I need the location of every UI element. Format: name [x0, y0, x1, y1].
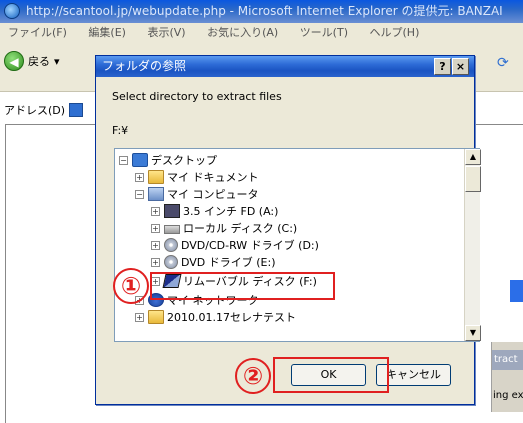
menu-help[interactable]: ヘルプ(H) [370, 26, 420, 39]
expand-icon[interactable]: + [135, 172, 144, 182]
menu-favorites[interactable]: お気に入り(A) [207, 26, 278, 39]
back-dropdown-icon[interactable]: ▾ [54, 55, 60, 68]
close-button[interactable]: × [452, 58, 469, 75]
browser-title-bar: http://scantool.jp/webupdate.php - Micro… [0, 0, 523, 23]
tree-item-label: DVD ドライブ (E:) [181, 256, 276, 269]
tree-item-label: マイ ドキュメント [167, 171, 259, 184]
tree-item-dvd[interactable]: + DVD ドライブ (E:) [151, 254, 276, 270]
scroll-up-icon[interactable]: ▲ [465, 149, 481, 165]
content-left-edge [0, 124, 6, 423]
refresh-icon[interactable]: ⟳ [497, 55, 523, 75]
background-extract-window: tract ing ex [491, 342, 523, 412]
address-label: アドレス(D) [4, 104, 66, 117]
tree-item-label: デスクトップ [151, 154, 217, 167]
expand-icon[interactable]: + [135, 312, 144, 322]
tree-scrollbar[interactable]: ▲ ▼ [464, 149, 481, 341]
dialog-title-bar[interactable]: フォルダの参照 [96, 56, 474, 77]
collapse-icon[interactable]: − [119, 155, 128, 165]
floppy-icon [164, 204, 180, 218]
desktop-icon [132, 153, 148, 167]
tree-item-label: マイ コンピュータ [167, 188, 259, 201]
menu-tools[interactable]: ツール(T) [300, 26, 348, 39]
dvd-drive-icon [164, 255, 178, 269]
menu-file[interactable]: ファイル(F) [8, 26, 67, 39]
folder-icon [148, 170, 164, 184]
folder-icon [148, 310, 164, 324]
tree-item-dvd-rw[interactable]: + DVD/CD-RW ドライブ (D:) [151, 237, 319, 253]
step-1-marker: ① [113, 268, 149, 304]
tree-item-floppy[interactable]: + 3.5 インチ FD (A:) [151, 203, 278, 219]
menu-view[interactable]: 表示(V) [147, 26, 185, 39]
ie-logo-icon [4, 3, 20, 19]
back-arrow-icon: ◀ [4, 51, 24, 71]
browser-title: http://scantool.jp/webupdate.php - Micro… [26, 4, 503, 18]
computer-icon [148, 187, 164, 201]
tree-item-my-documents[interactable]: + マイ ドキュメント [135, 169, 259, 185]
background-window-text: ing ex [493, 390, 523, 401]
back-label: 戻る [28, 55, 50, 68]
expand-icon[interactable]: + [151, 206, 160, 216]
dvd-drive-icon [164, 238, 178, 252]
tree-item-desktop[interactable]: − デスクトップ [119, 152, 217, 168]
dialog-instruction: Select directory to extract files [112, 90, 282, 103]
tree-item-my-computer[interactable]: − マイ コンピュータ [135, 186, 259, 202]
hard-disk-icon [164, 225, 180, 234]
folder-tree[interactable]: − デスクトップ + マイ ドキュメント − マイ コンピュータ + 3.5 イ… [114, 148, 481, 342]
highlight-removable-disk [150, 272, 335, 300]
help-button[interactable]: ? [434, 58, 451, 75]
back-button[interactable]: ◀ 戻る ▾ [4, 48, 60, 74]
step-2-marker: ② [235, 358, 271, 394]
address-bar: アドレス(D) [0, 100, 84, 120]
tree-item-local-disk[interactable]: + ローカル ディスク (C:) [151, 220, 297, 236]
expand-icon[interactable]: + [151, 240, 160, 250]
browser-menu-bar: ファイル(F) 編集(E) 表示(V) お気に入り(A) ツール(T) ヘルプ(… [0, 23, 523, 42]
background-blue-element [510, 280, 523, 302]
browse-folder-dialog: フォルダの参照 ? × Select directory to extract … [95, 55, 481, 405]
scroll-thumb[interactable] [465, 166, 481, 192]
scroll-down-icon[interactable]: ▼ [465, 325, 481, 341]
menu-edit[interactable]: 編集(E) [88, 26, 126, 39]
tree-item-label: 3.5 インチ FD (A:) [183, 205, 279, 218]
expand-icon[interactable]: + [151, 223, 160, 233]
expand-icon[interactable]: + [151, 257, 160, 267]
background-window-title: tract [492, 350, 523, 370]
tree-item-test-folder[interactable]: + 2010.01.17セレナテスト [135, 309, 296, 325]
page-icon [69, 103, 84, 117]
tree-item-label: ローカル ディスク (C:) [183, 222, 298, 235]
highlight-ok-button [273, 357, 389, 393]
current-path: F:¥ [112, 124, 129, 137]
collapse-icon[interactable]: − [135, 189, 144, 199]
tree-item-label: 2010.01.17セレナテスト [167, 311, 296, 324]
dialog-title: フォルダの参照 [102, 59, 187, 73]
tree-item-label: DVD/CD-RW ドライブ (D:) [181, 239, 319, 252]
